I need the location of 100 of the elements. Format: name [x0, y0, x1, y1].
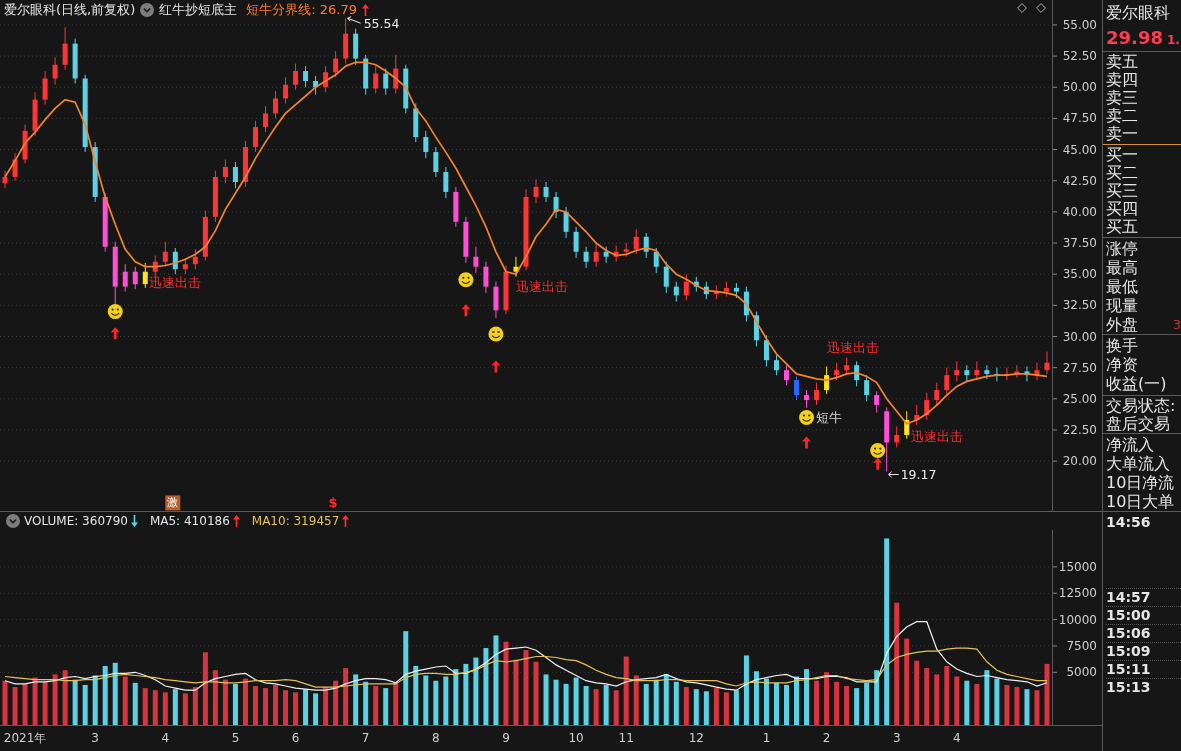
candlestick — [343, 17, 349, 65]
candlestick — [603, 246, 609, 264]
axis-label: 55.00 — [1062, 17, 1097, 32]
indicator-name: 红牛抄短底主 — [159, 1, 238, 19]
axis-label: 20.00 — [1062, 454, 1097, 469]
axis-label: 7 — [361, 731, 370, 745]
field-label: 买五 — [1106, 218, 1138, 236]
candlestick — [703, 281, 709, 300]
field-label: 净资 — [1106, 355, 1138, 374]
volume-bar — [293, 692, 299, 725]
candlestick — [693, 276, 699, 293]
arrow-up-icon — [110, 327, 120, 340]
axis-label: 4 — [161, 731, 170, 745]
candlestick — [874, 390, 880, 414]
volume-bar — [463, 663, 469, 725]
field-label: 10日大单 — [1106, 492, 1175, 511]
candlestick — [303, 65, 309, 88]
candlestick — [493, 281, 499, 319]
axis-label: 40.00 — [1062, 204, 1097, 219]
volume-bar — [723, 692, 729, 725]
candlestick — [543, 181, 549, 203]
field-label: 卖一 — [1106, 125, 1138, 143]
legend-label: MA10: 319457 — [251, 514, 340, 528]
smiley-icon — [458, 272, 474, 288]
candlestick — [994, 367, 1000, 382]
trade-time: 15:13 — [1106, 678, 1181, 696]
volume-bar — [343, 668, 349, 725]
arrow-up-icon — [491, 360, 501, 373]
candlestick — [212, 170, 218, 223]
volume-bar — [623, 656, 629, 725]
candlestick — [483, 261, 489, 294]
candlestick — [1034, 362, 1040, 381]
axis-label: 10000 — [1058, 612, 1097, 627]
volume-bar — [473, 657, 479, 725]
dropdown-icon[interactable] — [6, 514, 20, 528]
volume-bar — [323, 687, 329, 725]
candlestick — [453, 186, 459, 228]
candlestick — [323, 65, 329, 93]
signal-label: 迅速出击 — [826, 340, 879, 356]
axis-label: 10 — [568, 731, 584, 745]
candlestick — [92, 141, 98, 203]
volume-bar — [794, 676, 799, 725]
candlestick — [653, 247, 659, 274]
candlestick — [142, 262, 148, 289]
volume-bar — [653, 679, 659, 725]
candlestick — [72, 38, 78, 84]
volume-bar — [784, 684, 789, 725]
signal-label: 短牛 — [815, 410, 842, 425]
volume-bar — [874, 670, 880, 725]
candlestick — [733, 282, 739, 299]
volume-bar — [82, 684, 88, 725]
candlestick — [42, 70, 48, 106]
volume-bar — [363, 681, 369, 725]
volume-bar — [553, 679, 559, 725]
volume-bar — [172, 689, 178, 725]
volume-bar — [753, 671, 759, 725]
axis-label: 5 — [231, 731, 240, 745]
candlestick — [623, 242, 629, 258]
trade-time: 15:11 — [1106, 660, 1181, 678]
volume-bar — [603, 684, 609, 725]
field-value: 3 — [1172, 316, 1181, 334]
dropdown-icon[interactable] — [140, 3, 155, 17]
volume-bar — [944, 665, 950, 725]
axis-label: 6 — [291, 731, 300, 745]
candlestick — [673, 281, 679, 303]
field-label: 净流入 — [1106, 435, 1154, 454]
candlestick — [1024, 365, 1030, 382]
smiley-icon — [799, 410, 815, 425]
candlestick — [683, 273, 689, 301]
candlestick — [283, 76, 289, 104]
volume-bar — [743, 655, 749, 725]
candlestick — [663, 261, 669, 294]
candlestick — [22, 124, 28, 164]
volume-bar — [593, 689, 599, 725]
low-price-label: 19.17 — [900, 467, 937, 482]
volume-bar — [453, 669, 459, 725]
axis-label: 30.00 — [1062, 329, 1097, 344]
candlestick — [974, 360, 980, 381]
volume-bar — [413, 665, 419, 725]
trade-time: 14:56 — [1106, 514, 1152, 532]
volume-bar — [994, 678, 1000, 725]
volume-bar — [924, 668, 930, 725]
candlestick — [553, 191, 559, 219]
candlestick — [723, 281, 729, 298]
candlestick — [864, 374, 870, 402]
volume-bar — [52, 674, 58, 725]
arrow-up-icon — [461, 304, 471, 317]
volume-bar — [313, 693, 319, 725]
candlestick — [403, 64, 409, 114]
axis-label: 5000 — [1066, 665, 1097, 680]
candlestick — [373, 65, 379, 94]
legend-label: MA5: 410186 — [149, 514, 230, 528]
volume-bar — [2, 680, 8, 725]
volume-bar — [1014, 687, 1020, 725]
volume-bar — [663, 674, 669, 725]
candlestick — [643, 232, 649, 259]
candlestick — [2, 170, 8, 189]
volume-bar — [844, 686, 850, 725]
volume-bar — [763, 678, 769, 725]
axis-label: 1 — [762, 731, 771, 745]
